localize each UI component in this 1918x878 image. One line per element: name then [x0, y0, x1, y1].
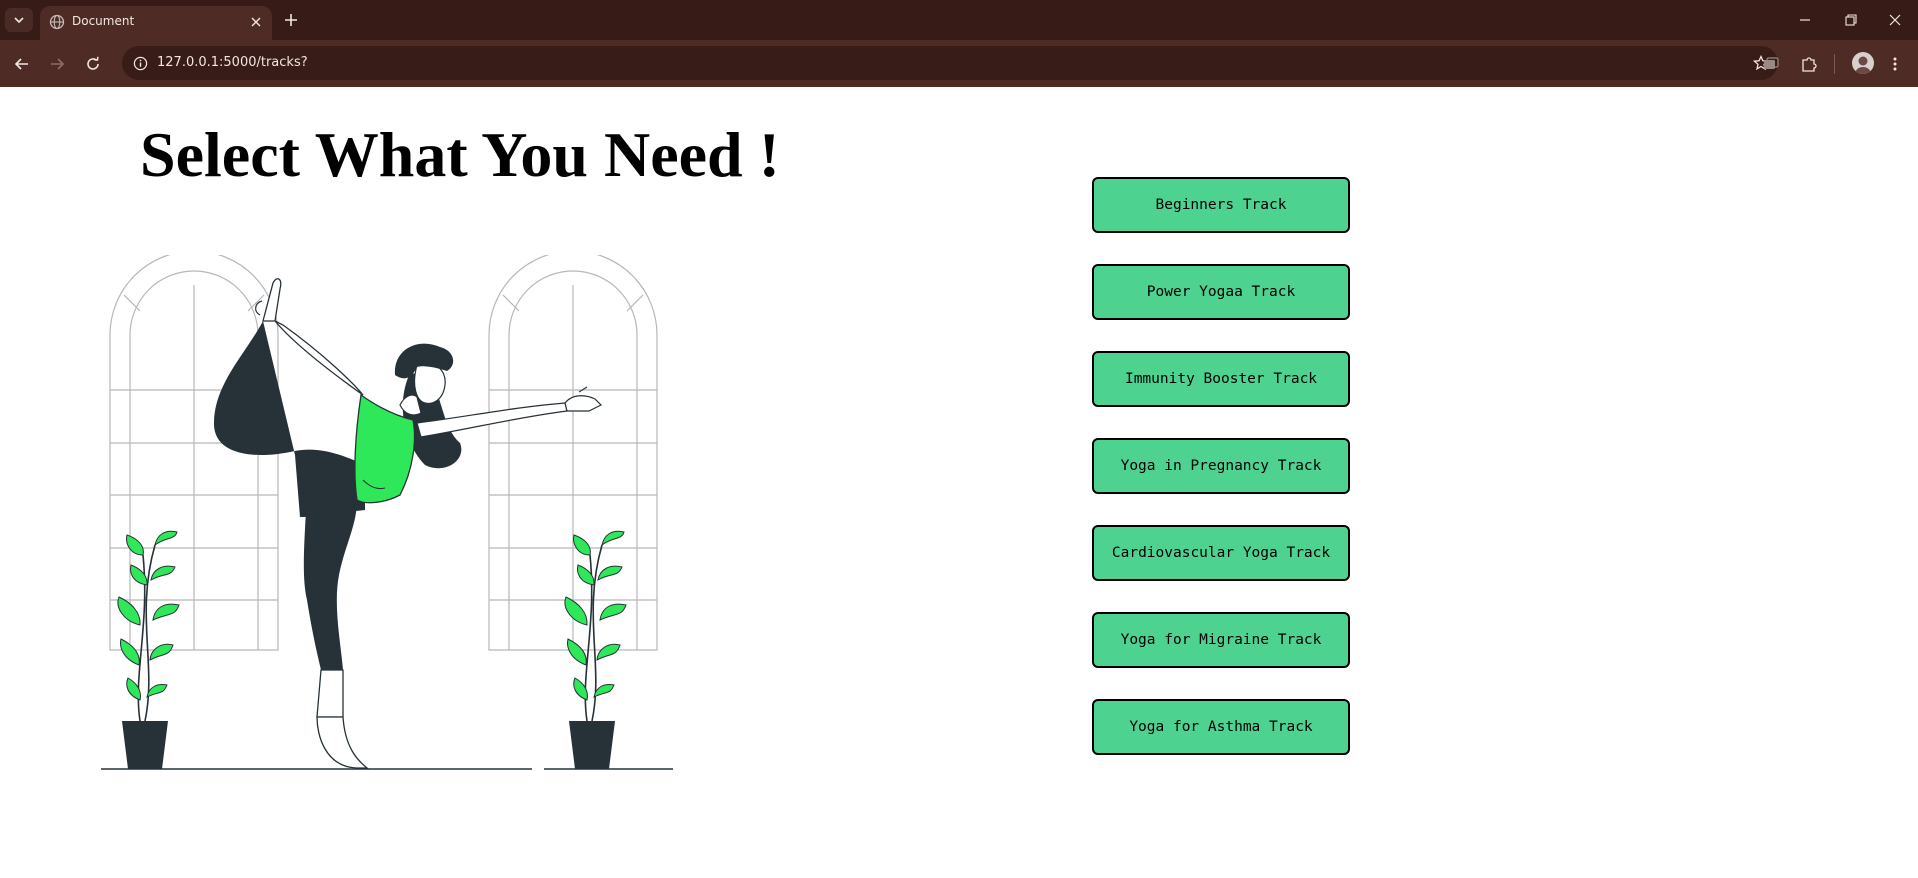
tab-title: Document [72, 14, 135, 28]
track-list: Beginners Track Power Yogaa Track Immuni… [1092, 177, 1350, 786]
globe-icon [49, 14, 65, 30]
back-button[interactable] [7, 49, 37, 79]
media-button[interactable] [1756, 49, 1786, 79]
yoga-woman [213, 278, 603, 769]
new-tab-button[interactable] [280, 9, 302, 31]
chevron-down-icon [14, 17, 24, 24]
toolbar-divider [1834, 54, 1835, 74]
url-text: 127.0.0.1:5000/tracks? [157, 55, 308, 70]
track-button-cardiovascular[interactable]: Cardiovascular Yoga Track [1092, 525, 1350, 581]
track-button-power-yoga[interactable]: Power Yogaa Track [1092, 264, 1350, 320]
minimize-button[interactable] [1782, 0, 1828, 40]
browser-tab[interactable]: Document [40, 6, 272, 40]
tab-strip: Document [0, 0, 1918, 40]
arrow-left-icon [14, 58, 28, 70]
profile-avatar[interactable] [1852, 52, 1874, 74]
forward-button[interactable] [42, 49, 72, 79]
track-button-beginners[interactable]: Beginners Track [1092, 177, 1350, 233]
plus-icon [285, 14, 297, 26]
restore-icon [1845, 14, 1857, 26]
close-icon [1889, 14, 1901, 26]
restore-button[interactable] [1828, 0, 1874, 40]
menu-button[interactable] [1880, 49, 1910, 79]
address-bar[interactable]: 127.0.0.1:5000/tracks? [122, 46, 1778, 80]
track-button-immunity-booster[interactable]: Immunity Booster Track [1092, 351, 1350, 407]
close-icon [251, 17, 261, 27]
media-icon [1764, 57, 1779, 69]
page-title: Select What You Need ! [140, 119, 780, 190]
arrow-right-icon [51, 58, 65, 70]
info-icon [133, 56, 147, 70]
tab-close-button[interactable] [246, 12, 266, 32]
tab-search-button[interactable] [5, 8, 33, 32]
reload-icon [87, 56, 99, 70]
right-window [488, 255, 658, 651]
reload-button[interactable] [78, 49, 108, 79]
more-vertical-icon [1893, 57, 1897, 71]
close-window-button[interactable] [1872, 0, 1918, 40]
puzzle-icon [1802, 57, 1817, 72]
site-info-button[interactable] [128, 51, 152, 75]
track-button-asthma[interactable]: Yoga for Asthma Track [1092, 699, 1350, 755]
browser-toolbar: 127.0.0.1:5000/tracks? [0, 40, 1918, 87]
minimize-icon [1800, 19, 1810, 21]
track-button-pregnancy[interactable]: Yoga in Pregnancy Track [1092, 438, 1350, 494]
yoga-pose-illustration [101, 255, 673, 770]
extensions-button[interactable] [1794, 49, 1824, 79]
user-icon [1855, 56, 1871, 74]
track-button-migraine[interactable]: Yoga for Migraine Track [1092, 612, 1350, 668]
